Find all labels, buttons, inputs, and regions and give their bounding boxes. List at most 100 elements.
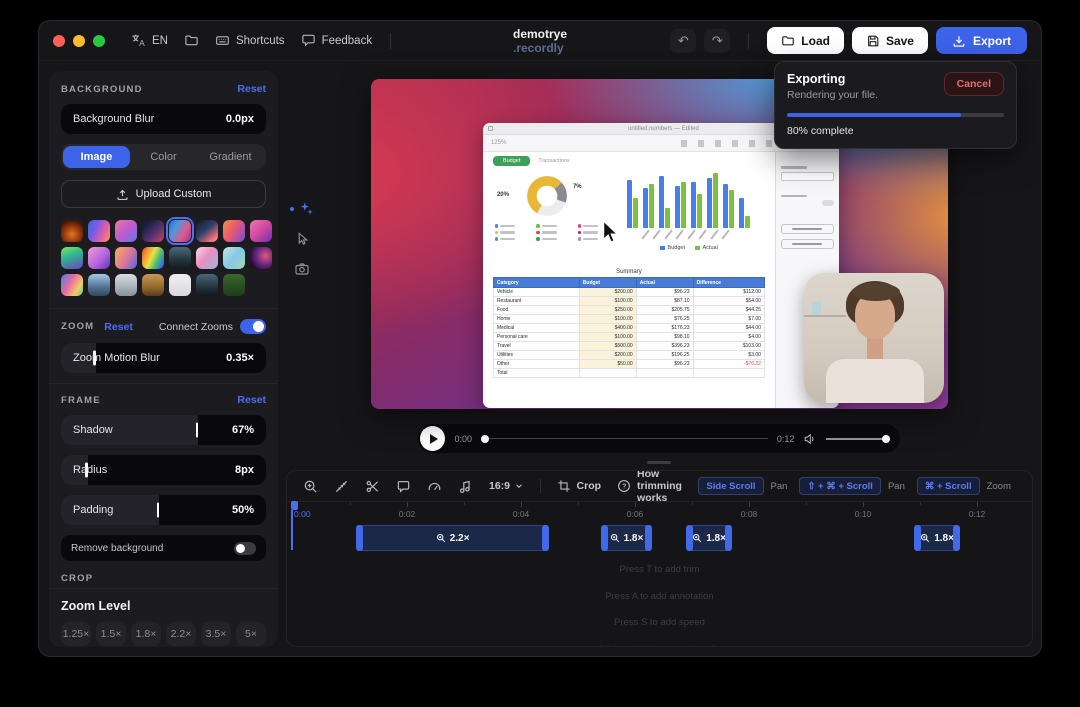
background-thumbnail[interactable]: [61, 220, 83, 242]
aspect-ratio-dropdown[interactable]: 16:9: [489, 480, 524, 492]
zoom-level-button[interactable]: 3.5×: [201, 622, 231, 646]
seek-knob[interactable]: [481, 435, 489, 443]
table-row: Other$50.00$96.23-$76.22: [493, 360, 764, 369]
cancel-export-button[interactable]: Cancel: [944, 72, 1004, 96]
zoom-level-button[interactable]: 1.8×: [131, 622, 161, 646]
play-button[interactable]: [420, 426, 445, 451]
background-thumbnail[interactable]: [61, 247, 83, 269]
background-thumbnail[interactable]: [223, 247, 245, 269]
tab-image[interactable]: Image: [63, 146, 130, 168]
table-row: Restaurant$100.00$87.10$54.00: [493, 297, 764, 306]
sheet-tab-budget: Budget: [493, 156, 530, 166]
background-thumbnail[interactable]: [196, 247, 218, 269]
zoom-level-button[interactable]: 5×: [236, 622, 266, 646]
background-thumbnail[interactable]: [88, 274, 110, 296]
background-thumbnail[interactable]: [169, 220, 191, 242]
zoom-level-button[interactable]: 1.25×: [61, 622, 91, 646]
inspector-label: [781, 166, 807, 169]
hotkey-action-label: Zoom: [987, 481, 1011, 492]
background-thumbnail[interactable]: [142, 274, 164, 296]
donut-label: 20%: [497, 192, 509, 198]
background-thumbnail[interactable]: [169, 247, 191, 269]
background-thumbnail[interactable]: [61, 274, 83, 296]
minimize-window-button[interactable]: [73, 35, 85, 47]
background-thumbnail[interactable]: [142, 220, 164, 242]
background-thumbnail[interactable]: [169, 274, 191, 296]
connect-zooms-toggle[interactable]: [240, 319, 266, 334]
background-reset-link[interactable]: Reset: [237, 83, 266, 95]
background-thumbnail[interactable]: [223, 220, 245, 242]
upload-custom-button[interactable]: Upload Custom: [61, 180, 266, 208]
playhead[interactable]: [291, 501, 298, 550]
budget-bar: [627, 180, 632, 228]
volume-knob[interactable]: [882, 435, 890, 443]
undo-button[interactable]: ↶: [670, 29, 696, 53]
toast-subtitle: Rendering your file.: [787, 89, 878, 101]
frame-reset-link[interactable]: Reset: [237, 394, 266, 406]
effects-tool[interactable]: [290, 201, 314, 216]
background-thumbnail[interactable]: [196, 220, 218, 242]
camera-tool[interactable]: [294, 261, 310, 277]
remove-background-toggle[interactable]: [234, 542, 256, 555]
background-thumbnail[interactable]: [223, 274, 245, 296]
seek-bar[interactable]: [481, 435, 768, 443]
zoom-reset-link[interactable]: Reset: [104, 321, 133, 333]
background-thumbnail[interactable]: [115, 247, 137, 269]
background-thumbnail[interactable]: [115, 220, 137, 242]
background-thumbnail[interactable]: [250, 247, 272, 269]
playhead-flag[interactable]: [291, 501, 298, 510]
table-row: Vehicle$200.00$96.23$112.00: [493, 288, 764, 297]
speed-gauge-icon[interactable]: [427, 479, 442, 494]
radius-slider[interactable]: Radius 8px: [61, 455, 266, 485]
zoom-level-button[interactable]: 2.2×: [166, 622, 196, 646]
panel-resize-handle[interactable]: [647, 461, 671, 464]
padding-slider[interactable]: Padding 50%: [61, 495, 266, 525]
redo-button[interactable]: ↷: [704, 29, 730, 53]
ruler-tick: [692, 502, 693, 505]
background-thumbnail[interactable]: [88, 247, 110, 269]
timeline-body[interactable]: 0:000:020:040:060:080:100:12 2.2× 1.8× 1.8…: [287, 502, 1032, 646]
shadow-slider[interactable]: Shadow 67%: [61, 415, 266, 445]
seek-track[interactable]: [489, 438, 768, 440]
zoom-level-button[interactable]: 1.5×: [96, 622, 126, 646]
music-note-icon[interactable]: [458, 479, 473, 494]
zoom-region[interactable]: 1.8×: [686, 525, 732, 551]
how-trimming-works-button[interactable]: ? How trimming works: [617, 470, 682, 504]
crop-button[interactable]: Crop: [557, 479, 602, 493]
webcam-overlay[interactable]: [804, 273, 944, 403]
save-button[interactable]: Save: [852, 27, 928, 54]
annotation-icon[interactable]: [396, 479, 411, 494]
cursor-tool[interactable]: [295, 231, 310, 246]
speaker-icon[interactable]: [803, 432, 817, 446]
language-button[interactable]: A EN: [123, 28, 176, 53]
timeline-zoom-icon[interactable]: [303, 479, 318, 494]
zoom-window-button[interactable]: [93, 35, 105, 47]
shortcuts-button[interactable]: Shortcuts: [207, 28, 293, 53]
volume-slider[interactable]: [826, 435, 890, 443]
background-thumbnail[interactable]: [250, 220, 272, 242]
background-thumbnail[interactable]: [88, 220, 110, 242]
table-header-cell: Difference: [693, 278, 764, 288]
tab-color[interactable]: Color: [130, 146, 197, 168]
export-button[interactable]: Export: [936, 27, 1027, 54]
background-thumbnail[interactable]: [196, 274, 218, 296]
scissors-icon[interactable]: [365, 479, 380, 494]
zoom-region[interactable]: 2.2×: [356, 525, 550, 551]
table-cell: $44.00: [693, 324, 764, 333]
close-window-button[interactable]: [53, 35, 65, 47]
zoom-region[interactable]: 1.8×: [601, 525, 652, 551]
zoom-region-track[interactable]: 2.2× 1.8× 1.8× 1.8×: [293, 525, 1026, 551]
background-thumbnail[interactable]: [142, 247, 164, 269]
feedback-button[interactable]: Feedback: [293, 28, 381, 53]
load-button[interactable]: Load: [767, 27, 844, 54]
tab-gradient[interactable]: Gradient: [197, 146, 264, 168]
background-blur-slider[interactable]: Background Blur 0.0px: [61, 104, 266, 134]
zoom-region[interactable]: 1.8×: [914, 525, 960, 551]
zoom-motion-blur-slider[interactable]: Zoom Motion Blur 0.35×: [61, 343, 266, 373]
remove-background-row: Remove background: [61, 535, 266, 561]
ruler-time-label: 0:04: [513, 509, 530, 519]
open-project-button[interactable]: [176, 28, 207, 53]
trim-wand-icon[interactable]: [334, 479, 349, 494]
background-thumbnail[interactable]: [115, 274, 137, 296]
timeline-ruler[interactable]: 0:000:020:040:060:080:100:12: [293, 502, 1026, 523]
